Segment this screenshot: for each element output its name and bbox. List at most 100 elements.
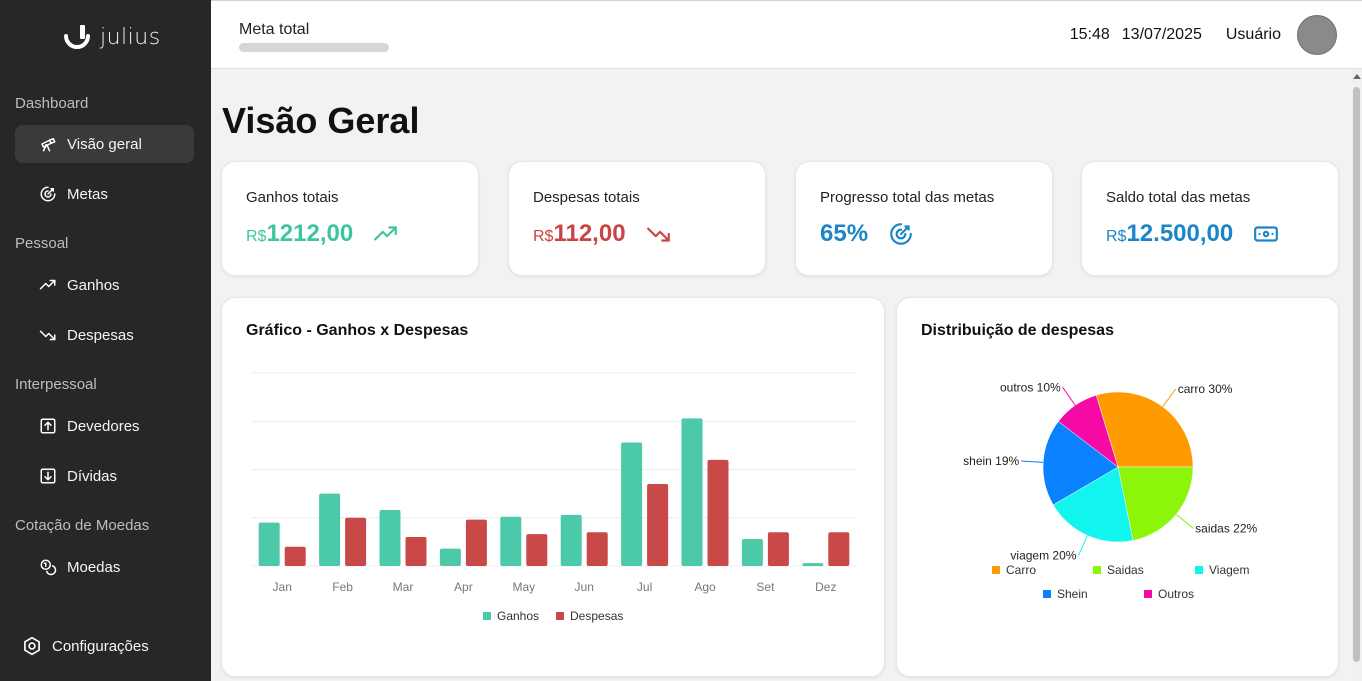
trending-up-icon (39, 279, 56, 290)
stat-value: 65% (820, 220, 869, 247)
pie-label-leader (1162, 388, 1177, 408)
telescope-icon (41, 138, 56, 152)
stat-card-despesas: Despesas totais R$112,00 (508, 161, 766, 276)
bar-despesas-apr[interactable] (465, 519, 487, 566)
scroll-thumb[interactable] (1353, 87, 1360, 662)
avatar[interactable] (1297, 15, 1337, 55)
sidebar-item-dividas[interactable]: Dívidas (15, 457, 194, 495)
bar-ganhos-mar[interactable] (379, 510, 401, 566)
sidebar-item-label: Ganhos (67, 276, 120, 294)
stat-value: 112,00 (553, 220, 626, 247)
meta-total-label: Meta total (239, 21, 310, 38)
pie-slice-label: viagem 20% (1010, 549, 1076, 563)
sidebar-item-devedores[interactable]: Devedores (15, 407, 194, 445)
sidebar-item-label: Despesas (67, 326, 134, 344)
stat-value: 12.500,00 (1126, 220, 1234, 247)
bar-despesas-jul[interactable] (647, 483, 669, 566)
bar-chart: Jan Feb Mar Apr May Jun Jul Ago Set Dez Ganhos Desp… (252, 372, 856, 623)
section-label-dashboard: Dashboard (15, 95, 89, 112)
stat-card-ganhos: Ganhos totais R$1212,00 (221, 161, 479, 276)
pie-slice-label: saidas 22% (1195, 521, 1257, 535)
stat-label: Saldo total das metas (1106, 189, 1251, 206)
settings-label: Configurações (52, 637, 149, 655)
x-tick-label: Set (756, 580, 775, 594)
legend-label[interactable]: Despesas (570, 609, 623, 623)
bar-ganhos-ago[interactable] (681, 418, 703, 566)
settings-link[interactable]: Configurações (22, 636, 149, 656)
legend-swatch (1144, 590, 1152, 598)
pie-label-leader (1175, 514, 1194, 529)
arrow-up-square-icon (40, 418, 56, 434)
x-tick-label: May (512, 580, 535, 594)
bar-ganhos-jun[interactable] (560, 514, 582, 566)
legend-swatch (483, 612, 491, 620)
legend-swatch (992, 566, 1000, 574)
banknote-icon (1254, 226, 1279, 242)
x-tick-label: Feb (332, 580, 353, 594)
legend-swatch (556, 612, 564, 620)
legend-swatch (1093, 566, 1101, 574)
sidebar-item-label: Moedas (67, 558, 121, 576)
bar-despesas-dez[interactable] (828, 532, 850, 566)
bar-ganhos-jul[interactable] (621, 442, 643, 566)
target-icon (40, 186, 56, 202)
pie-slice-label: carro 30% (1178, 382, 1233, 396)
user-name[interactable]: Usuário (1226, 26, 1281, 44)
pie-slice-label: outros 10% (1000, 380, 1061, 394)
bar-ganhos-feb[interactable] (319, 493, 341, 566)
stat-label: Ganhos totais (246, 189, 339, 206)
sidebar-item-ganhos[interactable]: Ganhos (15, 266, 194, 304)
legend-label[interactable]: Ganhos (497, 609, 539, 623)
trending-down-icon (39, 330, 56, 341)
bar-ganhos-apr[interactable] (439, 548, 461, 566)
sidebar-item-label: Visão geral (67, 135, 142, 153)
section-label-pessoal: Pessoal (15, 235, 69, 252)
app-logo[interactable]: julius (64, 24, 161, 50)
x-tick-label: Ago (694, 580, 716, 594)
section-label-cotacao: Cotação de Moedas (15, 517, 150, 534)
sidebar-item-visao-geral[interactable]: Visão geral (15, 125, 194, 163)
bar-ganhos-jan[interactable] (258, 522, 280, 566)
sidebar-item-moedas[interactable]: Moedas (15, 548, 194, 586)
arrow-down-square-icon (40, 468, 56, 484)
pie-chart-card: Distribuição de despesas carro 30% saidas… (896, 297, 1339, 677)
bar-despesas-set[interactable] (767, 532, 789, 566)
stat-currency: R$ (1106, 228, 1127, 245)
legend-swatch (1043, 590, 1051, 598)
bar-despesas-jan[interactable] (284, 546, 306, 566)
bar-ganhos-dez[interactable] (802, 563, 824, 566)
coins-icon (40, 559, 57, 576)
pie-label-leader (1062, 387, 1076, 406)
legend-label[interactable]: Saidas (1107, 563, 1144, 577)
scroll-up-arrow[interactable] (1353, 74, 1361, 79)
bar-despesas-jun[interactable] (586, 532, 608, 566)
sidebar-item-label: Metas (67, 185, 108, 203)
clock-date: 13/07/2025 (1121, 26, 1202, 43)
stat-card-progresso: Progresso total das metas 65% (795, 161, 1053, 276)
app-logo-text: julius (100, 24, 161, 50)
x-tick-label: Apr (454, 580, 473, 594)
stat-label: Despesas totais (533, 189, 640, 206)
bar-chart-card: Gráfico - Ganhos x Despesas Jan Feb Mar Apr… (221, 297, 885, 677)
legend-label[interactable]: Carro (1006, 563, 1036, 577)
sidebar-item-despesas[interactable]: Despesas (15, 316, 194, 354)
sidebar: julius Dashboard Visão geral Metas Pesso… (0, 0, 211, 681)
legend-label[interactable]: Shein (1057, 587, 1088, 601)
sidebar-item-label: Devedores (67, 417, 140, 435)
bar-ganhos-set[interactable] (741, 538, 763, 566)
legend-label[interactable]: Outros (1158, 587, 1194, 601)
bar-despesas-may[interactable] (526, 534, 548, 566)
sidebar-item-metas[interactable]: Metas (15, 175, 194, 213)
bar-ganhos-may[interactable] (500, 516, 522, 566)
stat-card-saldo: Saldo total das metas R$12.500,00 (1081, 161, 1339, 276)
trending-up-icon (374, 226, 398, 241)
julius-logo-icon (64, 25, 90, 49)
clock-time: 15:48 (1069, 26, 1110, 43)
stat-currency: R$ (246, 228, 267, 245)
legend-label[interactable]: Viagem (1209, 563, 1249, 577)
bar-despesas-mar[interactable] (405, 537, 427, 566)
bar-despesas-feb[interactable] (345, 517, 367, 566)
page-title: Visão Geral (222, 100, 420, 141)
page-scrollbar[interactable] (1351, 69, 1362, 681)
bar-despesas-ago[interactable] (707, 459, 729, 566)
